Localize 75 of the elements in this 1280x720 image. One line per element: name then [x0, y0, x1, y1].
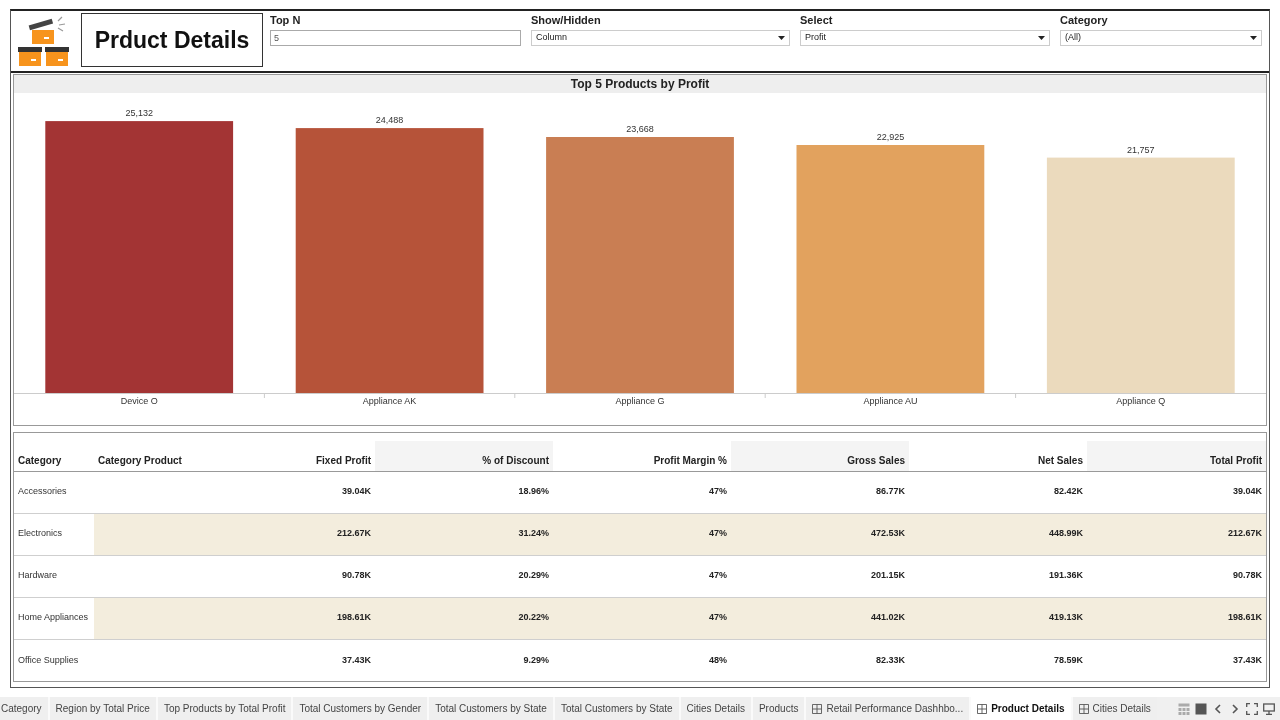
caret-icon: [1250, 36, 1257, 40]
sheet-tab[interactable]: Total Customers by State: [429, 697, 553, 720]
table-cell: 18.96%: [375, 471, 553, 513]
bar-value-label: 23,668: [626, 124, 654, 134]
table-cell: 212.67K: [1087, 513, 1266, 555]
column-header: Gross Sales: [731, 441, 909, 471]
dropdown[interactable]: (All): [1060, 30, 1262, 46]
table-cell: 48%: [553, 639, 731, 681]
column-header: Category Product: [94, 441, 197, 471]
table-cell: Accessories: [14, 471, 94, 513]
table-cell: 39.04K: [197, 471, 375, 513]
sheet-tab[interactable]: Top Products by Total Profit: [157, 697, 292, 720]
column-header: % of Discount: [375, 441, 553, 471]
column-header: Category: [14, 441, 94, 471]
sheet-tab[interactable]: Cities Details: [680, 697, 751, 720]
right-caret-icon[interactable]: [1229, 702, 1241, 715]
table-cell: 9.29%: [375, 639, 553, 681]
sheet-tab[interactable]: Category: [0, 697, 48, 720]
square-icon[interactable]: [1195, 702, 1207, 715]
caret-icon: [1038, 36, 1045, 40]
table-cell: 441.02K: [731, 597, 909, 639]
table-cell: 86.77K: [731, 471, 909, 513]
fullscreen-icon[interactable]: [1246, 702, 1258, 715]
sheet-tab[interactable]: Products: [752, 697, 805, 720]
table-cell: 37.43K: [1087, 639, 1266, 681]
axis-label: Device O: [120, 396, 158, 406]
filter-label: Show/Hidden: [531, 14, 602, 27]
sheet-tab[interactable]: Region by Total Price: [49, 697, 156, 720]
filter-label: Top N: [270, 14, 302, 27]
table-cell: 31.24%: [375, 513, 553, 555]
chart-title: Top 5 Products by Profit: [14, 75, 1266, 93]
table-cell: Hardware: [14, 555, 94, 597]
sheet-tab[interactable]: Total Customers by Gender: [293, 697, 428, 720]
table-cell: 47%: [553, 513, 731, 555]
table-cell: 82.33K: [731, 639, 909, 681]
bar-value-label: 22,925: [876, 132, 905, 142]
grid-icon: [1078, 703, 1089, 714]
table-cell: 47%: [553, 471, 731, 513]
boxes-icon: [18, 15, 70, 67]
axis-label: Appliance AK: [362, 396, 417, 406]
bar-value-label: 25,132: [125, 108, 153, 119]
caret-icon: [778, 36, 785, 40]
filter-label: Category: [1060, 14, 1109, 27]
table-cell: 198.61K: [197, 597, 375, 639]
bar-value-label: 21,757: [1127, 144, 1155, 155]
table-cell: 198.61K: [1087, 597, 1266, 639]
filter-label: Select: [800, 14, 834, 27]
table-cell: 448.99K: [909, 513, 1087, 555]
sheet-tab[interactable]: Retail Performance Dashhbo...: [806, 697, 970, 720]
axis-label: Appliance G: [615, 396, 665, 406]
axis-label: Appliance AU: [863, 396, 918, 406]
table-cell: 39.04K: [1087, 471, 1266, 513]
table-cell: 419.13K: [909, 597, 1087, 639]
column-header: Total Profit: [1087, 441, 1266, 471]
axis-label: Appliance Q: [1116, 396, 1166, 406]
left-caret-icon[interactable]: [1212, 702, 1224, 715]
grid-icon: [977, 703, 988, 714]
bar-value-label: 24,488: [375, 115, 404, 126]
dropdown[interactable]: Profit: [800, 30, 1050, 46]
monitor-icon[interactable]: [1263, 702, 1275, 715]
grid-icon: [812, 703, 823, 714]
dropdown[interactable]: Column: [531, 30, 790, 46]
table-cell: Office Supplies: [14, 639, 94, 681]
sheet-tab[interactable]: Product Details: [971, 697, 1071, 720]
table-cell: 82.42K: [909, 471, 1087, 513]
sheet-tab[interactable]: Total Customers by State: [554, 697, 679, 720]
sheet-tab[interactable]: Cities Details: [1072, 697, 1157, 720]
text-field[interactable]: 5: [270, 30, 521, 46]
table-cell: 47%: [553, 597, 731, 639]
page-title: Prduct Details: [81, 13, 263, 67]
table-cell: 37.43K: [197, 639, 375, 681]
table-cell: 472.53K: [731, 513, 909, 555]
table-cell: 212.67K: [197, 513, 375, 555]
table-cell: 20.22%: [375, 597, 553, 639]
table-cell: 78.59K: [909, 639, 1087, 681]
